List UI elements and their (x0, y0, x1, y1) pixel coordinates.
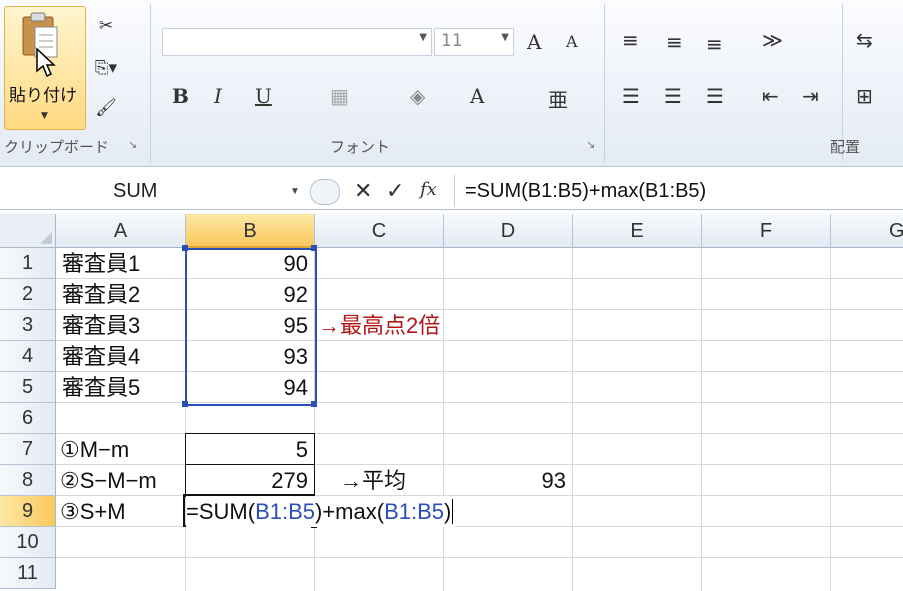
column-header-f[interactable]: F (702, 214, 831, 248)
increase-indent-icon[interactable]: ⇥ (802, 84, 819, 108)
range-handle[interactable] (311, 401, 317, 407)
formula-reference: B1:B5 (255, 499, 315, 524)
cell-b2[interactable]: 92 (186, 279, 308, 310)
clipboard-launcher-icon[interactable]: ↘ (128, 138, 137, 151)
cell-b9-editor[interactable]: =SUM(B1:B5)+max(B1:B5) (186, 496, 456, 527)
alignment-group-label: 配置 (830, 138, 861, 156)
cell-a4[interactable]: 審査員4 (62, 341, 140, 372)
clipboard-group-label: クリップボード (4, 138, 110, 156)
formula-bar-toggle[interactable] (310, 179, 340, 205)
enter-check-icon[interactable]: ✓ (386, 179, 404, 204)
cancel-icon[interactable]: ✕ (354, 179, 372, 204)
font-launcher-icon[interactable]: ↘ (586, 138, 595, 151)
cell-c3[interactable]: →最高点2倍 (318, 310, 440, 341)
decrease-indent-icon[interactable]: ⇤ (762, 84, 779, 108)
paste-label: 貼り付け (9, 86, 77, 106)
align-bottom-icon[interactable]: ≡ (706, 32, 723, 56)
ribbon: 貼り付け ▼ ✂ ⎘▾ 🖌 クリップボード ↘ ▼ 11 ▼ A A B I U… (0, 0, 903, 167)
merge-cells-icon[interactable]: ⊞ (856, 84, 873, 108)
row-header-9[interactable]: 9 (0, 496, 56, 527)
worksheet: A B C D E F G 1 2 3 4 5 6 7 8 9 10 11 審査… (0, 214, 903, 591)
formula-buttons: ✕ ✓ fx (310, 175, 450, 207)
copy-icon[interactable]: ⎘▾ (92, 56, 120, 80)
name-box-value: SUM (113, 180, 158, 202)
range-handle[interactable] (311, 245, 317, 251)
select-all-button[interactable] (0, 214, 56, 248)
row-header-1[interactable]: 1 (0, 248, 56, 279)
font-group-label: フォント (330, 138, 391, 156)
paste-button[interactable]: 貼り付け ▼ (4, 6, 86, 130)
italic-button[interactable]: I (214, 84, 222, 108)
formula-reference: B1:B5 (384, 499, 444, 524)
font-size-combo[interactable]: 11 ▼ (434, 28, 514, 56)
cell-a7[interactable]: ①M−m (60, 434, 129, 465)
row-header-5[interactable]: 5 (0, 372, 56, 403)
mouse-cursor-icon (36, 47, 56, 78)
font-name-combo[interactable]: ▼ (162, 28, 432, 56)
row-header-8[interactable]: 8 (0, 465, 56, 496)
row-header-10[interactable]: 10 (0, 527, 56, 558)
cell-b1[interactable]: 90 (186, 248, 308, 279)
row-header-3[interactable]: 3 (0, 310, 56, 341)
formula-part: )+max( (315, 499, 385, 524)
cell-a5[interactable]: 審査員5 (62, 372, 140, 403)
name-box[interactable]: SUM ▼ (0, 176, 310, 206)
row-header-2[interactable]: 2 (0, 279, 56, 310)
font-size-value: 11 (441, 31, 463, 51)
formula-part: ) (444, 499, 452, 524)
paste-dropdown-arrow[interactable]: ▼ (41, 111, 48, 121)
border-icon[interactable]: ▦ (330, 84, 349, 108)
format-painter-icon[interactable]: 🖌 (92, 96, 120, 120)
column-header-g[interactable]: G (831, 214, 903, 248)
text-caret (452, 499, 454, 524)
wrap-text-icon[interactable]: ⇆ (856, 28, 873, 52)
align-right-icon[interactable]: ☰ (706, 84, 724, 108)
font-shrink-button[interactable]: A (566, 32, 578, 51)
column-header-e[interactable]: E (573, 214, 702, 248)
chevron-down-icon: ▼ (290, 186, 300, 197)
cell-b7[interactable]: 5 (186, 434, 308, 465)
orientation-icon[interactable]: ≫ (762, 28, 783, 52)
formula-part: =SUM( (186, 499, 256, 524)
formula-input[interactable]: =SUM(B1:B5)+max(B1:B5) (454, 175, 903, 207)
cell-a2[interactable]: 審査員2 (62, 279, 140, 310)
phonetic-icon[interactable]: 亜 (548, 84, 568, 113)
cell-b3[interactable]: 95 (186, 310, 308, 341)
cut-scissors-icon[interactable]: ✂ (92, 14, 120, 38)
cell-d8[interactable]: 93 (444, 465, 566, 496)
chevron-down-icon: ▼ (419, 32, 427, 43)
column-header-b[interactable]: B (186, 214, 315, 248)
align-middle-icon[interactable]: ≡ (666, 30, 683, 54)
align-center-icon[interactable]: ☰ (664, 84, 682, 108)
underline-button[interactable]: U (255, 84, 272, 108)
align-left-icon[interactable]: ☰ (622, 84, 640, 108)
font-color-button[interactable]: A (470, 84, 484, 108)
cell-b5[interactable]: 94 (186, 372, 308, 403)
row-header-7[interactable]: 7 (0, 434, 56, 465)
chevron-down-icon: ▼ (501, 32, 509, 43)
row-header-11[interactable]: 11 (0, 558, 56, 589)
fill-color-icon[interactable]: ◈ (410, 84, 425, 108)
insert-function-button[interactable]: fx (420, 179, 437, 200)
cell-a3[interactable]: 審査員3 (62, 310, 140, 341)
row-header-4[interactable]: 4 (0, 341, 56, 372)
cell-b8[interactable]: 279 (186, 465, 308, 496)
column-header-c[interactable]: C (315, 214, 444, 248)
font-grow-button[interactable]: A (527, 30, 541, 54)
bold-button[interactable]: B (172, 84, 189, 108)
cell-b4[interactable]: 93 (186, 341, 308, 372)
column-header-d[interactable]: D (444, 214, 573, 248)
cell-c8[interactable]: →平均 (340, 465, 406, 496)
cell-a1[interactable]: 審査員1 (62, 248, 140, 279)
align-top-icon[interactable]: ≡ (622, 28, 639, 52)
cell-a9[interactable]: ③S+M (60, 496, 126, 527)
cell-a8[interactable]: ②S−M−m (60, 465, 157, 496)
row-header-6[interactable]: 6 (0, 403, 56, 434)
column-header-a[interactable]: A (56, 214, 186, 248)
